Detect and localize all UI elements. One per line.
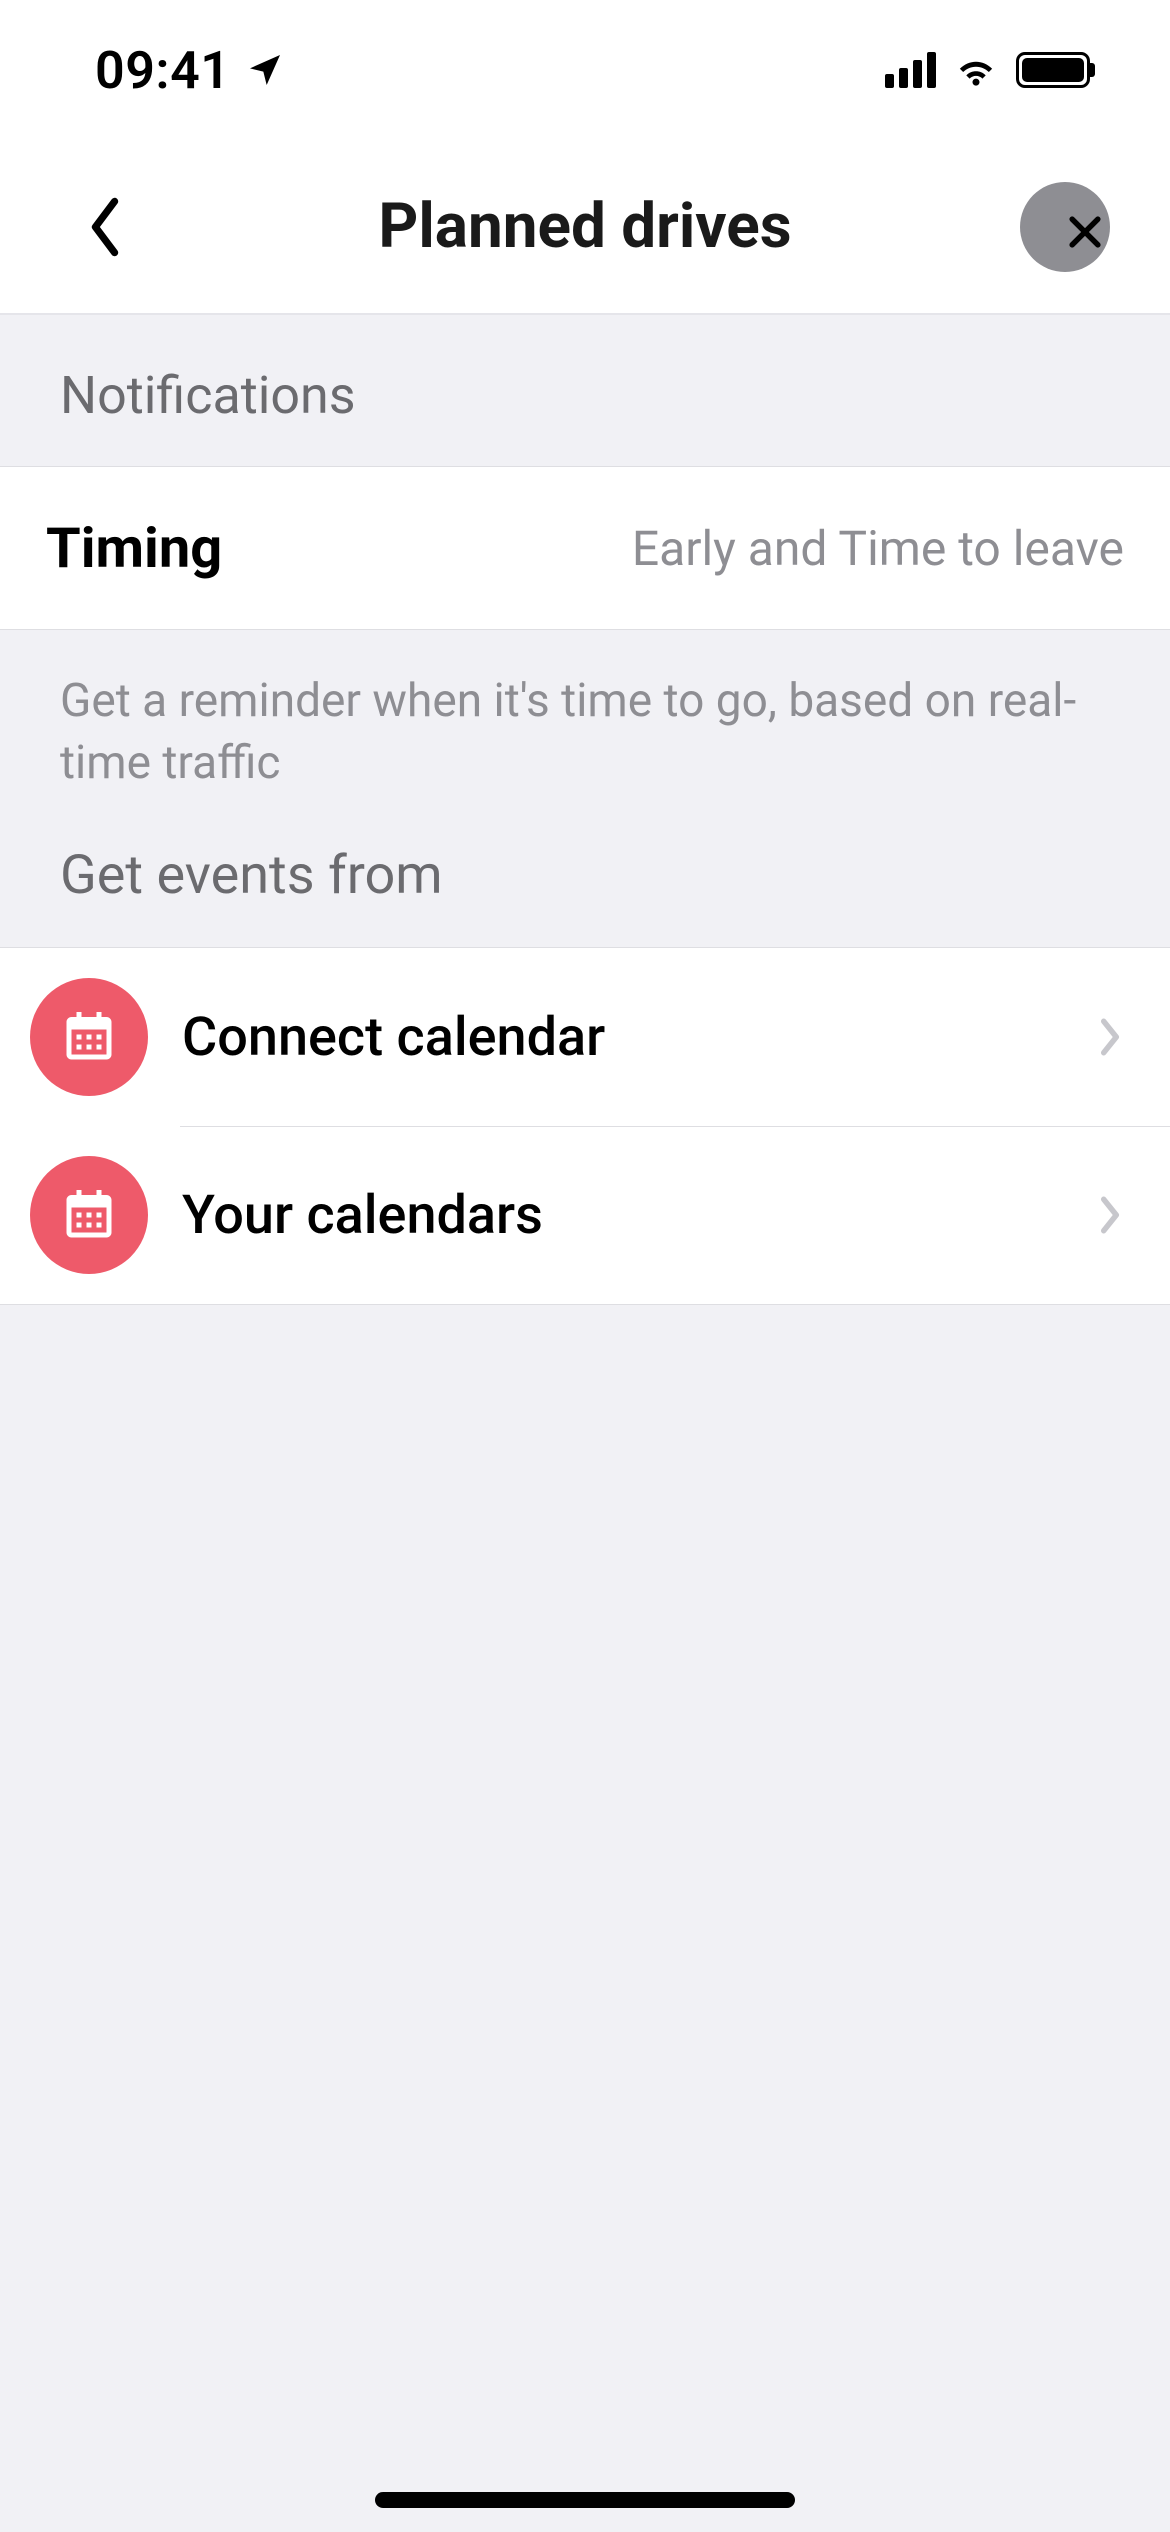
status-right xyxy=(885,48,1090,92)
status-left: 09:41 xyxy=(95,40,285,101)
events-section-header: Get events from xyxy=(0,804,1170,947)
calendar-icon-wrap xyxy=(30,1156,148,1274)
timing-row[interactable]: Timing Early and Time to leave xyxy=(0,466,1170,630)
your-calendars-row[interactable]: Your calendars xyxy=(0,1126,1170,1304)
timing-value: Early and Time to leave xyxy=(632,520,1124,577)
timing-description: Get a reminder when it's time to go, bas… xyxy=(0,630,1170,804)
nav-bar: Planned drives xyxy=(0,140,1170,315)
chevron-right-icon xyxy=(1096,1015,1124,1059)
close-icon xyxy=(1063,210,1107,254)
location-icon xyxy=(245,50,285,90)
connect-calendar-label: Connect calendar xyxy=(182,1006,605,1069)
status-bar: 09:41 xyxy=(0,0,1170,140)
calendar-icon-wrap xyxy=(30,978,148,1096)
back-button[interactable] xyxy=(60,182,150,272)
page-title: Planned drives xyxy=(378,190,791,263)
calendar-icon xyxy=(59,1007,119,1067)
status-time: 09:41 xyxy=(95,40,231,101)
battery-icon xyxy=(1016,52,1090,88)
notifications-section-header: Notifications xyxy=(0,315,1170,466)
chevron-right-icon xyxy=(1096,1193,1124,1237)
cellular-icon xyxy=(885,52,936,88)
timing-label: Timing xyxy=(46,515,222,581)
close-button[interactable] xyxy=(1020,182,1110,272)
wifi-icon xyxy=(954,48,998,92)
your-calendars-label: Your calendars xyxy=(182,1184,543,1247)
chevron-left-icon xyxy=(85,195,125,259)
calendar-icon xyxy=(59,1185,119,1245)
events-list: Connect calendar Your calendars xyxy=(0,947,1170,1305)
connect-calendar-row[interactable]: Connect calendar xyxy=(0,948,1170,1126)
home-indicator[interactable] xyxy=(375,2492,795,2508)
